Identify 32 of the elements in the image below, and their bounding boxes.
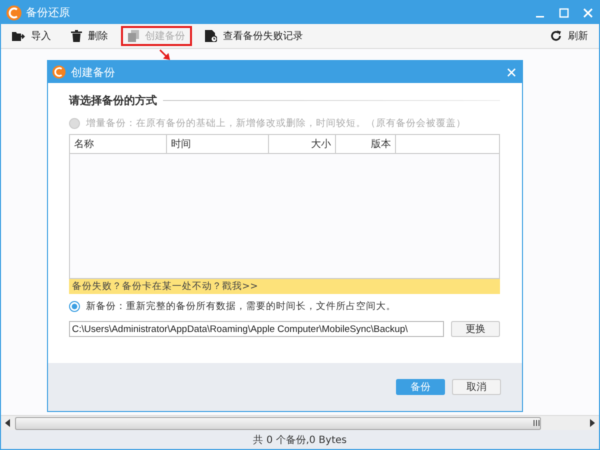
window-title: 备份还原 (26, 5, 70, 20)
toolbar-button[interactable]: 删除 (64, 26, 115, 46)
column-header[interactable]: 名称 (70, 135, 167, 153)
folder-icon (12, 30, 25, 42)
status-text: 共 0 个备份,0 Bytes (253, 434, 347, 446)
grip-icon (533, 420, 540, 426)
notice-banner[interactable]: 备份失败？备份卡在某一处不动？戳我>> (69, 279, 500, 294)
radio-button[interactable] (69, 301, 80, 312)
path-field[interactable]: C:\Users\Administrator\AppData\Roaming\Apple Computer\MobileSync\Backup\ (69, 321, 444, 337)
app-logo-icon (52, 65, 66, 79)
scroll-right-icon[interactable] (589, 419, 595, 427)
refresh-icon (550, 30, 562, 42)
column-header[interactable]: 版本 (336, 135, 396, 153)
close-icon[interactable] (583, 8, 593, 18)
toolbar-button[interactable]: 查看备份失败记录 (198, 26, 310, 46)
close-icon[interactable] (507, 68, 516, 76)
change-button[interactable]: 更换 (451, 321, 500, 337)
horizontal-scrollbar[interactable] (1, 415, 599, 430)
annotation-arrow (159, 49, 171, 61)
cancel-button[interactable]: 取消 (452, 379, 501, 395)
dialog-title: 创建备份 (71, 64, 115, 80)
column-header[interactable]: 时间 (167, 135, 269, 153)
toolbar-button[interactable]: 导入 (5, 26, 58, 46)
option-label: 增量备份：在原有备份的基础上，新增修改或删除，时间较短。（原有备份会被覆盖） (86, 117, 466, 130)
app-logo-icon (6, 4, 22, 20)
column-header[interactable]: 大小 (269, 135, 336, 153)
section-heading: 请选择备份的方式 (69, 93, 157, 108)
maximize-icon[interactable] (559, 8, 569, 18)
option-label: 新备份：重新完整的备份所有数据，需要的时间长，文件所占空间大。 (86, 300, 396, 313)
scroll-left-icon[interactable] (5, 419, 11, 427)
trash-icon (71, 30, 82, 42)
refresh-button[interactable]: 刷新 (543, 26, 595, 46)
